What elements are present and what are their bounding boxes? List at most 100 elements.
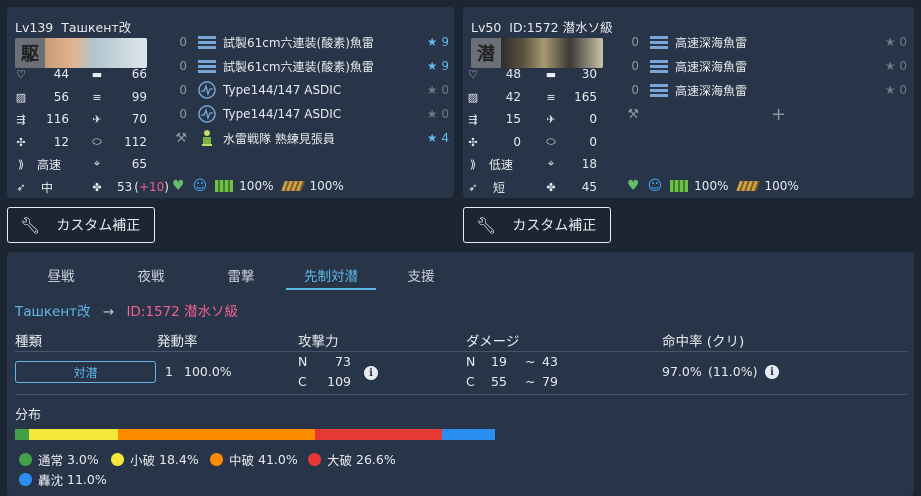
custom-correction-button-defender[interactable]: 🔧︎ カスタム補正: [463, 207, 611, 243]
stat-los: ⌖ 65: [89, 155, 147, 173]
ship-title: Lv139 Ташкент改: [15, 17, 139, 36]
breadcrumb-attacker[interactable]: Ташкент改: [15, 304, 91, 320]
legend-sunk: 轟沈 11.0%: [19, 470, 107, 489]
info-icon[interactable]: i: [765, 365, 779, 379]
wrench-icon: 🔧︎: [476, 215, 497, 235]
evasion-icon: ⇶: [16, 112, 26, 126]
stat-torpedo: ≡ 99: [89, 88, 147, 106]
tab-night-battle[interactable]: 夜戦: [106, 265, 196, 285]
improvement-level: ★ 4: [426, 131, 449, 145]
attack-type-badge[interactable]: 対潜: [15, 361, 156, 383]
ship-type-tag: 駆: [15, 38, 45, 68]
damage-n-max: 43: [542, 354, 558, 369]
stat-torpedo: ≡ 165: [543, 88, 597, 106]
speed-icon: ⟫: [17, 157, 25, 171]
equip-slot-ex[interactable]: ⚒ 水雷戦隊 熟練見張員 ★ 4: [173, 128, 449, 148]
luck-icon: ✤: [546, 180, 556, 194]
los-icon: ⌖: [547, 157, 555, 170]
armor-icon: ▨: [15, 90, 27, 104]
improvement-level: ★ 0: [426, 83, 449, 97]
tab-torpedo[interactable]: 雷撃: [196, 265, 286, 285]
stat-range: ➶ 短: [465, 178, 505, 196]
wrench-icon: ⚒: [175, 130, 187, 146]
stat-range: ➶ 中: [13, 178, 53, 196]
arrow-right-icon: →: [102, 304, 115, 320]
header-type: 種類: [15, 334, 42, 350]
legend-dot: [308, 453, 321, 466]
aircraft-icon: ✣: [468, 135, 478, 149]
tab-support[interactable]: 支援: [376, 265, 466, 285]
improvement-level: ★ 0: [884, 83, 907, 97]
power-c-label: C: [298, 374, 307, 389]
legend-moderate: 中破 41.0%: [210, 450, 298, 469]
header-damage: ダメージ: [466, 334, 520, 350]
legend-minor: 小破 18.4%: [111, 450, 199, 469]
legend-normal: 通常 3.0%: [19, 450, 99, 469]
torpedo-stat-icon: ≡: [92, 90, 102, 104]
wrench-icon: ⚒: [627, 106, 639, 122]
distribution-segment-0: [15, 429, 30, 440]
distribution-segment-2: [117, 429, 315, 440]
custom-correction-button-attacker[interactable]: 🔧︎ カスタム補正: [7, 207, 155, 243]
heart-status-icon: ♥: [172, 178, 185, 194]
ship-name: Ташкент改: [61, 20, 132, 35]
distribution-title: 分布: [15, 408, 42, 423]
equip-slot-1[interactable]: 0 試製61cm六連装(酸素)魚雷 ★ 9: [173, 32, 449, 52]
ship-card-attacker: Lv139 Ташкент改 駆 ♡ 44 ▨ 56 ⇶ 116 ✣ 12 ⟫ 高速 ➶ 中 …: [7, 7, 454, 198]
power-n: 73: [335, 354, 351, 369]
stat-speed: ⟫ 低速: [465, 155, 513, 173]
stat-firepower: ▬ 66: [89, 65, 147, 83]
stat-firepower: ▬ 30: [543, 65, 597, 83]
equip-slot-4[interactable]: 0 Type144/147 ASDIC ★ 0: [173, 104, 449, 124]
lookout-icon: [197, 130, 217, 146]
stat-luck: ✤ 53 (+10): [89, 178, 169, 196]
add-equipment-icon[interactable]: +: [771, 104, 786, 125]
stat-antiair: ✈ 0: [543, 110, 597, 128]
torpedo-stat-icon: ≡: [546, 90, 556, 104]
distribution-segment-1: [29, 429, 118, 440]
ship-name: ID:1572 潜水ソ級: [509, 20, 613, 35]
ship-portrait[interactable]: 潜: [471, 38, 603, 68]
equip-slot-ex[interactable]: ⚒ +: [625, 104, 907, 125]
stat-asw: ⬭ 0: [543, 133, 597, 151]
tab-opening-asw[interactable]: 先制対潜: [286, 265, 376, 285]
crit-value: (11.0%): [708, 364, 758, 379]
info-icon[interactable]: i: [364, 366, 378, 380]
legend-dot: [210, 453, 223, 466]
aircraft-icon: ✣: [16, 135, 26, 149]
power-c: 109: [327, 374, 351, 389]
stat-armor: ▨ 56: [13, 88, 69, 106]
equip-slot-3[interactable]: 0 Type144/147 ASDIC ★ 0: [173, 80, 449, 100]
condition-row: ♥ ☺ 100% 100%: [627, 178, 799, 194]
armor-icon: ▨: [467, 90, 479, 104]
rate-value: 100.0%: [184, 364, 232, 379]
stat-speed: ⟫ 高速: [13, 155, 61, 173]
ammo-icon: [736, 181, 761, 191]
tab-day-battle[interactable]: 昼戦: [16, 265, 106, 285]
fuel-icon: [215, 180, 234, 192]
ammo-icon: [281, 181, 306, 191]
damage-c-max: 79: [542, 374, 558, 389]
asw-icon: ⬭: [546, 135, 556, 148]
asw-icon: ⬭: [92, 135, 102, 148]
ship-portrait[interactable]: 駆: [15, 38, 147, 68]
improvement-level: ★ 0: [426, 107, 449, 121]
range-icon: ➶: [16, 180, 26, 194]
equip-slot-2[interactable]: 0 高速深海魚雷 ★ 0: [625, 56, 907, 76]
smile-icon: ☺: [647, 178, 663, 194]
stat-evasion: ⇶ 116: [13, 110, 69, 128]
luck-icon: ✤: [92, 180, 102, 194]
equip-slot-3[interactable]: 0 高速深海魚雷 ★ 0: [625, 80, 907, 100]
ship-type-tag: 潜: [471, 38, 501, 68]
ship-level: Lv139: [15, 20, 54, 35]
condition-row: ♥ ☺ 100% 100%: [172, 178, 344, 194]
equip-slot-1[interactable]: 0 高速深海魚雷 ★ 0: [625, 32, 907, 52]
equip-slot-2[interactable]: 0 試製61cm六連装(酸素)魚雷 ★ 9: [173, 56, 449, 76]
sonar-icon: [197, 81, 217, 99]
distribution-bar: [15, 429, 495, 440]
stat-hp: ♡ 48: [465, 65, 521, 83]
range-icon: ➶: [468, 180, 478, 194]
breadcrumb-defender[interactable]: ID:1572 潜水ソ級: [126, 304, 238, 320]
torpedo-icon: [649, 34, 669, 50]
fuel-icon: [670, 180, 689, 192]
